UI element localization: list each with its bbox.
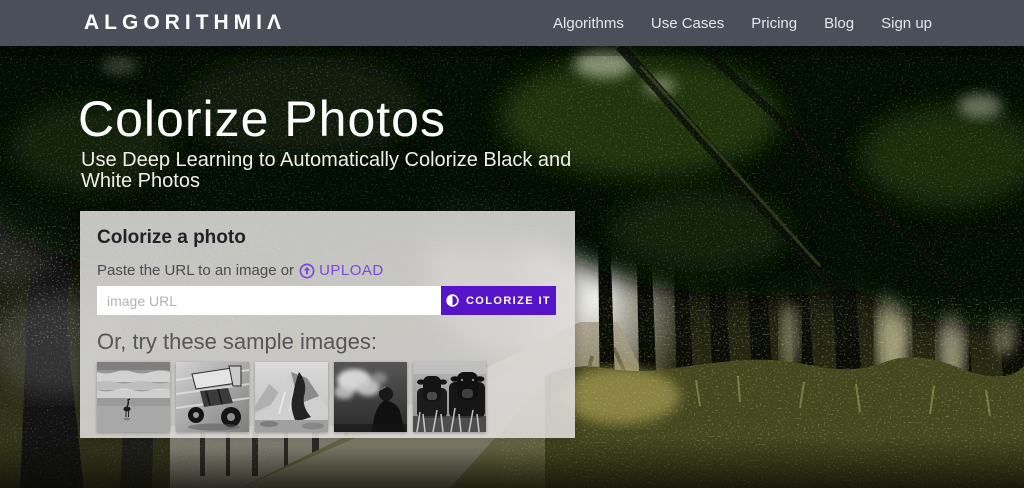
nav-item-sign-up[interactable]: Sign up — [881, 15, 932, 32]
subtitle-line-1: Use Deep Learning to Automatically Color… — [81, 150, 571, 171]
url-form: COLORIZE IT — [97, 286, 558, 315]
upload-icon — [299, 263, 315, 279]
instruction-row: Paste the URL to an image or UPLOAD — [97, 262, 558, 279]
samples-heading: Or, try these sample images: — [97, 329, 558, 355]
subtitle-line-2: White Photos — [81, 171, 571, 192]
sample-image-person-smoke[interactable] — [334, 362, 407, 432]
nav-menu: Algorithms Use Cases Pricing Blog Sign u… — [553, 15, 1024, 32]
upload-link[interactable]: UPLOAD — [299, 262, 384, 279]
image-url-input[interactable] — [97, 286, 441, 315]
colorize-button-label: COLORIZE IT — [466, 295, 551, 307]
colorize-button[interactable]: COLORIZE IT — [441, 286, 556, 315]
page-subtitle: Use Deep Learning to Automatically Color… — [81, 150, 571, 192]
algorithmia-logo[interactable]: ALGORITHMIΛ — [84, 11, 286, 35]
sample-images-row — [97, 362, 558, 432]
sample-image-bird-on-beach[interactable] — [97, 362, 170, 432]
page-title: Colorize Photos — [78, 90, 446, 148]
card-title: Colorize a photo — [97, 227, 558, 249]
hero-section: Colorize Photos Use Deep Learning to Aut… — [0, 46, 1024, 488]
navbar: ALGORITHMIΛ Algorithms Use Cases Pricing… — [0, 0, 1024, 46]
nav-item-use-cases[interactable]: Use Cases — [651, 15, 724, 32]
sample-image-cattle[interactable] — [413, 362, 486, 432]
sample-image-mountain[interactable] — [255, 362, 328, 432]
nav-item-algorithms[interactable]: Algorithms — [553, 15, 624, 32]
instruction-text: Paste the URL to an image or — [97, 262, 294, 279]
nav-item-blog[interactable]: Blog — [824, 15, 854, 32]
colorize-card: Colorize a photo Paste the URL to an ima… — [80, 211, 575, 438]
nav-item-pricing[interactable]: Pricing — [751, 15, 797, 32]
upload-label: UPLOAD — [319, 262, 384, 279]
half-circle-contrast-icon — [446, 294, 459, 307]
sample-image-race-car[interactable] — [176, 362, 249, 432]
